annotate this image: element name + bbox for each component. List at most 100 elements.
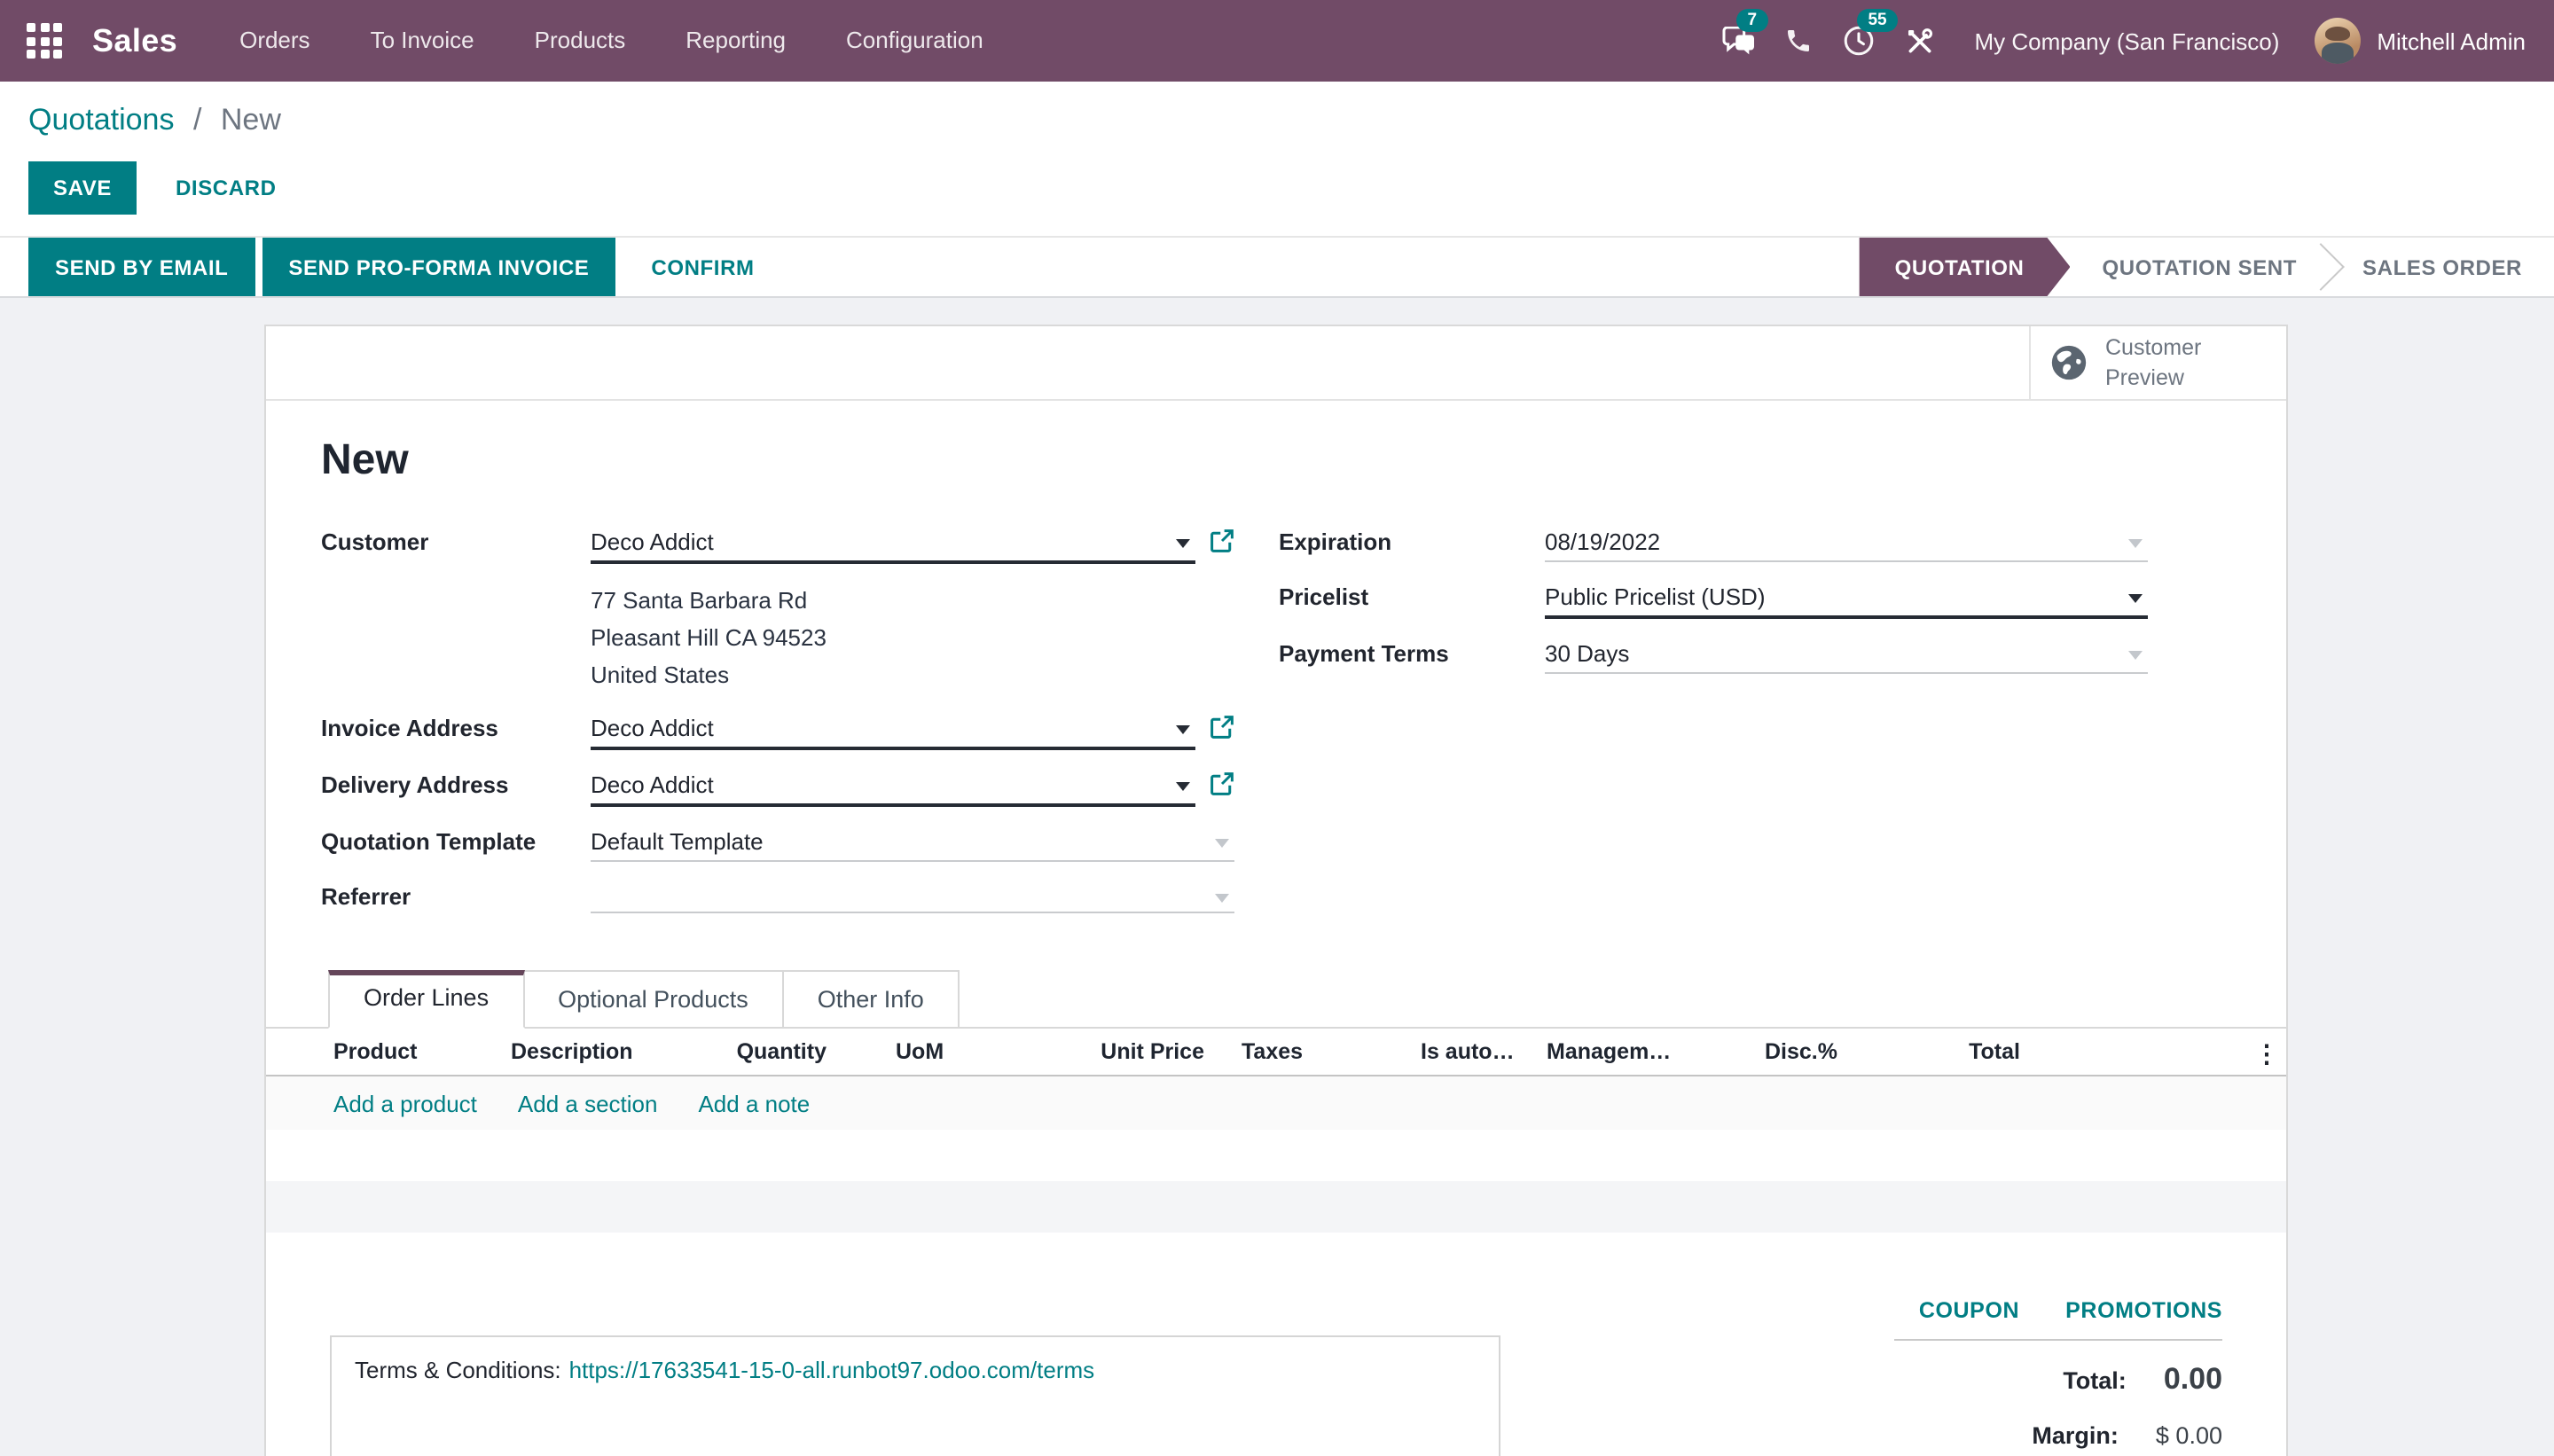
- caret-down-icon[interactable]: [1176, 725, 1190, 734]
- activities-clock-icon[interactable]: 55: [1829, 0, 1889, 82]
- field-delivery-address: Delivery Address Deco Addict: [321, 768, 1234, 807]
- menu-orders[interactable]: Orders: [209, 0, 340, 82]
- breadcrumb-separator: /: [183, 103, 212, 137]
- apps-grid-icon[interactable]: [21, 18, 67, 64]
- col-description[interactable]: Description: [511, 1039, 633, 1064]
- odoo-sales-quotation-page: Sales Orders To Invoice Products Reporti…: [0, 0, 2554, 1456]
- save-button[interactable]: SAVE: [28, 161, 137, 215]
- send-by-email-button[interactable]: SEND BY EMAIL: [28, 238, 255, 296]
- tab-optional-products[interactable]: Optional Products: [524, 970, 784, 1029]
- delivery-address-input[interactable]: Deco Addict: [591, 768, 1195, 807]
- customer-preview-label: Customer Preview: [2105, 334, 2219, 392]
- breadcrumb-quotations[interactable]: Quotations: [28, 103, 174, 137]
- col-uom[interactable]: UoM: [896, 1039, 944, 1064]
- column-options-kebab-icon[interactable]: ⋮: [2254, 1039, 2279, 1069]
- address-line: 77 Santa Barbara Rd: [591, 582, 1234, 619]
- confirm-button[interactable]: CONFIRM: [623, 238, 782, 296]
- payment-terms-value: 30 Days: [1545, 640, 1629, 667]
- tools-icon[interactable]: [1889, 0, 1949, 82]
- customer-value: Deco Addict: [591, 528, 714, 555]
- navbar-menu: Orders To Invoice Products Reporting Con…: [209, 0, 1014, 82]
- caret-down-icon[interactable]: [2128, 651, 2143, 660]
- order-lines-header-row: Product Description Quantity UoM Unit Pr…: [266, 1029, 2286, 1076]
- coupon-button[interactable]: COUPON: [1919, 1298, 2019, 1323]
- breadcrumb-current: New: [221, 103, 281, 137]
- caret-down-icon[interactable]: [1215, 894, 1229, 903]
- promo-buttons: COUPON PROMOTIONS: [1894, 1298, 2222, 1323]
- pricelist-input[interactable]: Public Pricelist (USD): [1545, 580, 2148, 619]
- margin-label: Margin:: [2032, 1422, 2119, 1449]
- referrer-label: Referrer: [321, 880, 591, 913]
- total-value: 0.00: [2164, 1362, 2222, 1397]
- external-link-icon[interactable]: [1210, 771, 1234, 796]
- add-a-section-link[interactable]: Add a section: [518, 1090, 658, 1116]
- external-link-icon[interactable]: [1210, 715, 1234, 740]
- delivery-address-label: Delivery Address: [321, 768, 591, 807]
- add-a-note-link[interactable]: Add a note: [698, 1090, 810, 1116]
- status-quotation-sent[interactable]: QUOTATION SENT: [2071, 238, 2330, 296]
- field-expiration: Expiration 08/19/2022: [1279, 525, 2148, 562]
- col-discount[interactable]: Disc.%: [1765, 1039, 1837, 1064]
- quotation-sheet: Customer Preview New Customer Deco Addic…: [264, 325, 2288, 1456]
- total-label: Total:: [2063, 1367, 2127, 1394]
- fields-group: Customer Deco Addict: [321, 525, 2231, 931]
- add-a-product-link[interactable]: Add a product: [333, 1090, 477, 1116]
- messages-icon[interactable]: 7: [1708, 0, 1768, 82]
- action-statusbar: SEND BY EMAIL SEND PRO-FORMA INVOICE CON…: [0, 236, 2554, 298]
- user-avatar[interactable]: [2315, 18, 2361, 64]
- col-unit-price[interactable]: Unit Price: [1101, 1039, 1204, 1064]
- invoice-address-value: Deco Addict: [591, 715, 714, 741]
- menu-to-invoice[interactable]: To Invoice: [341, 0, 505, 82]
- promotions-button[interactable]: PROMOTIONS: [2065, 1298, 2222, 1323]
- margin-value: $ 0.00: [2156, 1422, 2222, 1449]
- field-payment-terms: Payment Terms 30 Days: [1279, 637, 2148, 674]
- send-proforma-invoice-button[interactable]: SEND PRO-FORMA INVOICE: [262, 238, 615, 296]
- address-line: Pleasant Hill CA 94523: [591, 619, 1234, 656]
- col-taxes[interactable]: Taxes: [1242, 1039, 1303, 1064]
- status-sales-order[interactable]: SALES ORDER: [2331, 238, 2554, 296]
- record-title: New: [321, 436, 2231, 486]
- col-total[interactable]: Total: [1969, 1039, 2020, 1064]
- caret-down-icon[interactable]: [1215, 839, 1229, 848]
- totals-block: COUPON PROMOTIONS Total: 0.00 Margin: $ …: [1894, 1298, 2222, 1449]
- tab-other-info[interactable]: Other Info: [784, 970, 960, 1029]
- external-link-icon[interactable]: [1210, 528, 1234, 553]
- tab-strip: Order Lines Optional Products Other Info: [266, 968, 2286, 1029]
- caret-down-icon[interactable]: [1176, 782, 1190, 791]
- save-discard-row: SAVE DISCARD: [28, 161, 2554, 236]
- quotation-template-label: Quotation Template: [321, 825, 591, 862]
- col-product[interactable]: Product: [333, 1039, 417, 1064]
- app-name[interactable]: Sales: [92, 22, 177, 59]
- company-switcher[interactable]: My Company (San Francisco): [1949, 27, 2315, 54]
- user-name[interactable]: Mitchell Admin: [2377, 27, 2526, 54]
- globe-icon: [2049, 342, 2089, 383]
- field-quotation-template: Quotation Template Default Template: [321, 825, 1234, 862]
- expiration-input[interactable]: 08/19/2022: [1545, 525, 2148, 562]
- payment-terms-input[interactable]: 30 Days: [1545, 637, 2148, 674]
- status-quotation[interactable]: QUOTATION: [1860, 238, 2071, 296]
- totals-divider: [1894, 1339, 2222, 1341]
- col-quantity[interactable]: Quantity: [737, 1039, 827, 1064]
- discard-button[interactable]: DISCARD: [151, 161, 302, 215]
- customer-input[interactable]: Deco Addict: [591, 525, 1195, 564]
- quotation-template-input[interactable]: Default Template: [591, 825, 1234, 862]
- terms-link[interactable]: https://17633541-15-0-all.runbot97.odoo.…: [569, 1357, 1095, 1383]
- menu-products[interactable]: Products: [505, 0, 656, 82]
- invoice-address-input[interactable]: Deco Addict: [591, 711, 1195, 750]
- terms-label: Terms & Conditions:: [355, 1357, 561, 1383]
- caret-down-icon[interactable]: [2128, 594, 2143, 603]
- customer-address: 77 Santa Barbara Rd Pleasant Hill CA 945…: [591, 582, 1234, 693]
- field-referrer: Referrer: [321, 880, 1234, 913]
- col-is-auto[interactable]: Is auto…: [1421, 1039, 1515, 1064]
- terms-and-conditions-box[interactable]: Terms & Conditions: https://17633541-15-…: [330, 1335, 1500, 1456]
- caret-down-icon[interactable]: [2128, 539, 2143, 548]
- caret-down-icon[interactable]: [1176, 539, 1190, 548]
- menu-reporting[interactable]: Reporting: [655, 0, 816, 82]
- customer-preview-button[interactable]: Customer Preview: [2029, 326, 2286, 399]
- phone-icon[interactable]: [1768, 0, 1829, 82]
- tab-order-lines[interactable]: Order Lines: [328, 970, 524, 1029]
- referrer-input[interactable]: [591, 880, 1234, 913]
- col-management[interactable]: Managem…: [1547, 1039, 1671, 1064]
- field-pricelist: Pricelist Public Pricelist (USD): [1279, 580, 2148, 619]
- menu-configuration[interactable]: Configuration: [816, 0, 1014, 82]
